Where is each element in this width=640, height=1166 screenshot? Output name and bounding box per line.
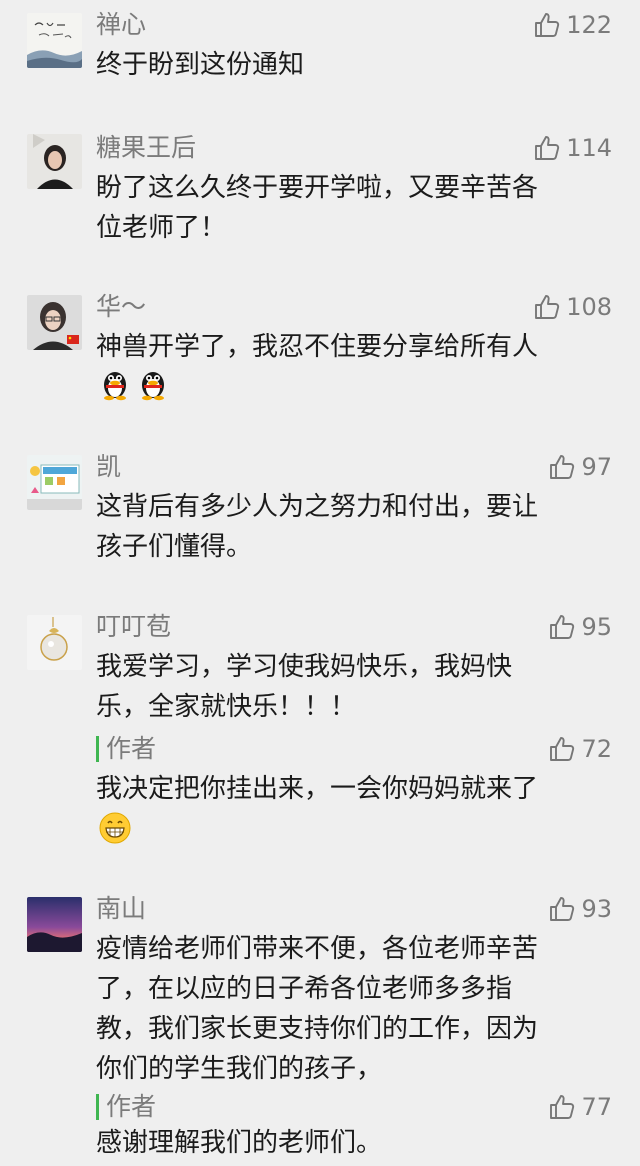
- avatar[interactable]: [27, 615, 82, 670]
- thumbs-up-icon: [548, 453, 576, 481]
- like-count: 122: [566, 11, 612, 39]
- author-reply-bar: [96, 1094, 99, 1120]
- commenter-name[interactable]: 南山: [96, 887, 146, 931]
- penguin-emoji: [136, 367, 170, 405]
- like-count: 114: [566, 134, 612, 162]
- emoji-row: [98, 367, 170, 405]
- like-button[interactable]: 72: [548, 727, 612, 771]
- avatar[interactable]: [27, 455, 82, 510]
- like-button[interactable]: 114: [533, 126, 612, 170]
- like-button[interactable]: 108: [533, 285, 612, 329]
- reply-text: 我决定把你挂出来，一会你妈妈就来了: [96, 774, 539, 804]
- thumbs-up-icon: [533, 11, 561, 39]
- emoji-row: [98, 811, 132, 849]
- like-button[interactable]: 97: [548, 445, 612, 489]
- like-button[interactable]: 95: [548, 605, 612, 649]
- like-count: 72: [581, 735, 612, 763]
- thumbs-up-icon: [548, 613, 576, 641]
- like-button[interactable]: 93: [548, 887, 612, 931]
- commenter-name[interactable]: 华～: [96, 285, 146, 329]
- comment-text: 神兽开学了，我忍不住要分享给所有人: [96, 332, 539, 362]
- author-label: 作者: [106, 734, 157, 763]
- like-count: 93: [581, 895, 612, 923]
- grin-emoji: [98, 811, 132, 849]
- avatar[interactable]: [27, 295, 82, 350]
- avatar[interactable]: [27, 897, 82, 952]
- like-count: 108: [566, 293, 612, 321]
- thumbs-up-icon: [548, 1093, 576, 1121]
- commenter-name[interactable]: 糖果王后: [96, 126, 196, 170]
- thumbs-up-icon: [533, 134, 561, 162]
- comment-text: 我爱学习，学习使我妈快乐，我妈快 乐，全家就快乐！！！: [96, 652, 513, 722]
- like-count: 77: [581, 1093, 612, 1121]
- avatar[interactable]: [27, 134, 82, 189]
- like-button[interactable]: 122: [533, 3, 612, 47]
- comment-text: 盼了这么久终于要开学啦，又要辛苦各 位老师了！: [96, 173, 539, 243]
- thumbs-up-icon: [533, 293, 561, 321]
- like-count: 97: [581, 453, 612, 481]
- comment-text: 终于盼到这份通知: [96, 50, 305, 80]
- author-reply-bar: [96, 736, 99, 762]
- thumbs-up-icon: [548, 895, 576, 923]
- commenter-name[interactable]: 禅心: [96, 3, 146, 47]
- avatar[interactable]: [27, 13, 82, 68]
- commenter-name[interactable]: 叮叮苞: [96, 605, 171, 649]
- reply-text: 感谢理解我们的老师们。: [96, 1128, 383, 1158]
- comment-text: 疫情给老师们带来不便，各位老师辛苦 了，在以应的日子希各位老师多多指 教，我们家…: [96, 934, 539, 1084]
- like-count: 95: [581, 613, 612, 641]
- comment-text: 这背后有多少人为之努力和付出，要让 孩子们懂得。: [96, 492, 539, 562]
- commenter-name[interactable]: 凯: [96, 445, 121, 489]
- thumbs-up-icon: [548, 735, 576, 763]
- penguin-emoji: [98, 367, 132, 405]
